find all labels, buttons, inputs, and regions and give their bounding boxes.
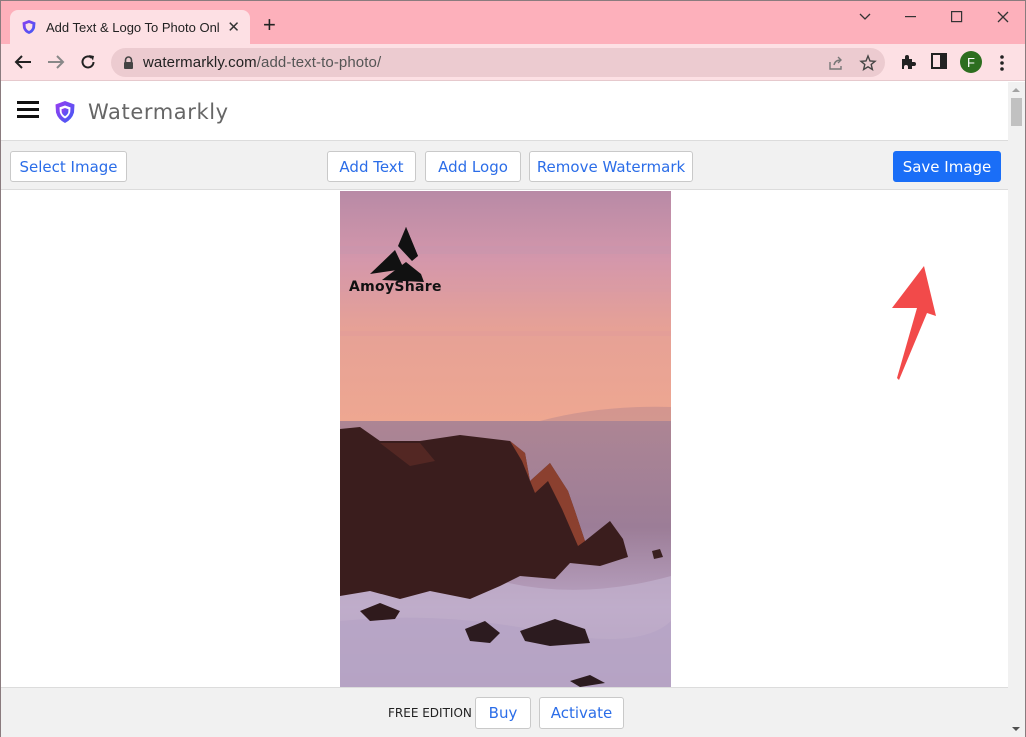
new-tab-button[interactable]: + xyxy=(263,14,276,36)
profile-avatar[interactable]: F xyxy=(960,51,982,73)
select-image-button[interactable]: Select Image xyxy=(10,151,127,182)
close-icon xyxy=(997,11,1009,23)
editor-canvas: AmoyShare xyxy=(1,191,1008,687)
activate-button[interactable]: Activate xyxy=(539,697,624,729)
maximize-icon xyxy=(951,11,963,23)
site-header: Watermarkly xyxy=(1,82,1008,141)
share-icon[interactable] xyxy=(827,54,845,72)
url-host: watermarkly.com xyxy=(143,54,257,71)
tab-search-button[interactable] xyxy=(847,6,883,28)
edition-label: FREE EDITION xyxy=(388,706,472,720)
url-text: watermarkly.com/add-text-to-photo/ xyxy=(143,54,381,71)
url-path: /add-text-to-photo/ xyxy=(256,54,382,71)
arrow-right-icon xyxy=(48,55,65,69)
close-window-button[interactable] xyxy=(985,6,1021,28)
minimize-button[interactable] xyxy=(893,6,929,28)
chevron-down-icon xyxy=(859,13,871,20)
scroll-up-arrow-icon[interactable] xyxy=(1012,88,1020,92)
arrow-left-icon xyxy=(14,55,31,69)
watermark-text: AmoyShare xyxy=(349,279,442,295)
hamburger-menu-icon[interactable] xyxy=(17,101,39,119)
add-logo-button[interactable]: Add Logo xyxy=(425,151,521,182)
address-bar[interactable]: watermarkly.com/add-text-to-photo/ xyxy=(111,48,885,77)
action-bar: Select Image Add Text Add Logo Remove Wa… xyxy=(1,141,1008,190)
watermarkly-shield-logo-icon[interactable] xyxy=(54,100,76,124)
maximize-button[interactable] xyxy=(939,6,975,28)
tab-title: Add Text & Logo To Photo Onl xyxy=(46,19,220,35)
browser-toolbar: watermarkly.com/add-text-to-photo/ F xyxy=(1,44,1025,81)
back-button[interactable] xyxy=(11,50,35,74)
red-annotation-arrow xyxy=(892,266,936,380)
watermarkly-shield-icon xyxy=(22,20,36,34)
kebab-menu-icon[interactable] xyxy=(999,54,1005,72)
remove-watermark-button[interactable]: Remove Watermark xyxy=(529,151,693,182)
footer-bar: FREE EDITION Buy Activate xyxy=(1,687,1008,737)
brand-name[interactable]: Watermarkly xyxy=(88,100,229,124)
photo-preview[interactable]: AmoyShare xyxy=(340,191,671,687)
scroll-down-arrow-icon[interactable] xyxy=(1012,727,1020,731)
amoyshare-watermark-logo[interactable] xyxy=(348,224,448,314)
save-image-button[interactable]: Save Image xyxy=(893,151,1001,182)
forward-button[interactable] xyxy=(44,50,68,74)
add-text-button[interactable]: Add Text xyxy=(327,151,416,182)
browser-window: Add Text & Logo To Photo Onl ✕ + waterma… xyxy=(0,0,1026,737)
browser-tab[interactable]: Add Text & Logo To Photo Onl ✕ xyxy=(10,10,250,44)
star-bookmark-icon[interactable] xyxy=(859,54,877,72)
reload-button[interactable] xyxy=(76,50,100,74)
minimize-icon xyxy=(905,16,916,18)
buy-button[interactable]: Buy xyxy=(475,697,531,729)
tab-strip: Add Text & Logo To Photo Onl ✕ + xyxy=(1,1,1025,44)
side-panel-icon[interactable] xyxy=(931,53,947,69)
lock-icon xyxy=(124,56,133,69)
vertical-scrollbar[interactable] xyxy=(1008,82,1025,737)
reload-icon xyxy=(81,55,95,69)
extensions-puzzle-icon[interactable] xyxy=(899,53,917,71)
scrollbar-thumb[interactable] xyxy=(1011,98,1022,126)
tab-close-icon[interactable]: ✕ xyxy=(227,18,240,36)
page-viewport: Watermarkly Select Image Add Text Add Lo… xyxy=(1,82,1008,737)
